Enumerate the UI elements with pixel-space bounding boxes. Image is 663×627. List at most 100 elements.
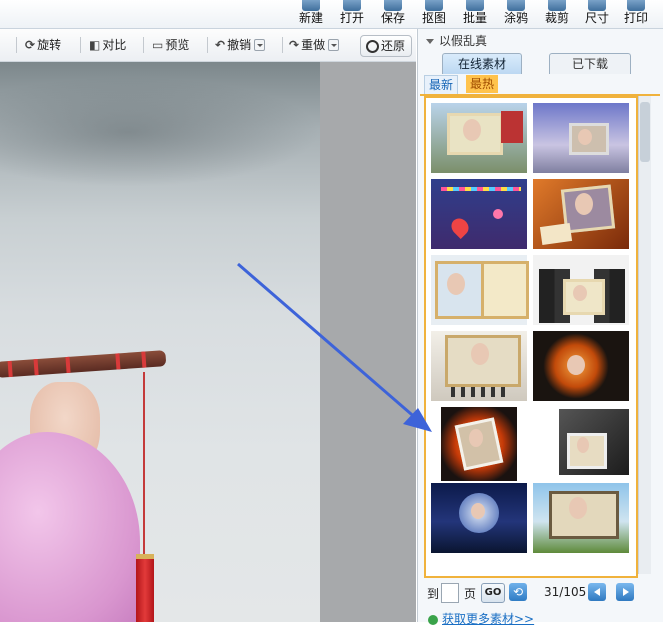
redo-button[interactable]: ↷ 重做 [289, 35, 340, 55]
template-thumb[interactable] [531, 253, 631, 327]
redo-dropdown-icon[interactable] [328, 38, 340, 51]
batch-label: 批量 [462, 11, 487, 25]
redo-label: 重做 [301, 38, 326, 52]
new-icon [302, 0, 320, 11]
open-button[interactable]: 打开 [332, 0, 372, 27]
toolbar-divider [207, 37, 208, 53]
undo-icon: ↶ [215, 38, 226, 52]
undo-button[interactable]: ↶ 撤销 [215, 35, 266, 55]
template-thumb[interactable] [531, 329, 631, 403]
cutout-button[interactable]: 抠图 [414, 0, 454, 27]
photo-cord [143, 372, 145, 562]
cutout-icon [425, 0, 443, 11]
compare-button[interactable]: ◧ 对比 [89, 35, 126, 55]
preview-label: 预览 [165, 38, 190, 52]
batch-icon [466, 0, 484, 11]
undo-dropdown-icon[interactable] [254, 38, 266, 51]
doodle-label: 涂鸦 [503, 11, 528, 25]
resize-button[interactable]: 尺寸 [577, 0, 617, 27]
photo-sky [0, 77, 320, 187]
page-count: 31/105 [544, 585, 587, 599]
edited-photo [0, 62, 320, 622]
effects-panel: 以假乱真 在线素材 已下载 最新 最热 到 页 GO ⟲ 31/105 获取更多… [417, 29, 663, 626]
toolbar-divider [282, 37, 283, 53]
more-icon [428, 614, 438, 625]
page-label: 页 [464, 587, 477, 601]
preview-button[interactable]: ▭ 预览 [152, 35, 189, 55]
template-thumb[interactable] [429, 329, 529, 403]
open-label: 打开 [339, 11, 364, 25]
print-button[interactable]: 打印 [616, 0, 656, 27]
rotate-button[interactable]: ⟳ 旋转 [25, 35, 61, 55]
tab-online-label: 在线素材 [457, 57, 506, 71]
doodle-button[interactable]: 涂鸦 [496, 0, 536, 27]
resize-label: 尺寸 [584, 11, 609, 25]
print-icon [627, 0, 645, 11]
photo-flute [0, 350, 167, 378]
restore-label: 还原 [381, 39, 406, 53]
crop-label: 裁剪 [544, 11, 569, 25]
toolbar-divider [16, 37, 17, 53]
restore-button[interactable]: 还原 [360, 35, 412, 57]
grid-scrollbar[interactable] [638, 96, 651, 574]
subtab-hottest[interactable]: 最热 [466, 75, 499, 93]
doodle-icon [507, 0, 525, 11]
subtab-newest[interactable]: 最新 [424, 75, 459, 94]
cutout-label: 抠图 [421, 11, 446, 25]
toolbar-divider [143, 37, 144, 53]
template-thumb[interactable] [531, 405, 631, 479]
go-button[interactable]: GO [481, 583, 505, 603]
more-materials-link[interactable]: 获取更多素材>> [428, 610, 534, 627]
main-toolbar: 新建 打开 保存 抠图 批量 涂鸦 裁剪 尺寸 打印 [0, 0, 663, 29]
restore-icon [366, 40, 379, 53]
template-grid [424, 96, 638, 578]
resize-icon [588, 0, 606, 11]
save-label: 保存 [380, 11, 405, 25]
batch-button[interactable]: 批量 [455, 0, 495, 27]
subtab-newest-label: 最新 [429, 78, 454, 92]
crop-button[interactable]: 裁剪 [537, 0, 577, 27]
page-number-input[interactable] [441, 583, 459, 603]
panel-title: 以假乱真 [439, 34, 488, 48]
panel-header[interactable]: 以假乱真 [426, 32, 487, 49]
save-button[interactable]: 保存 [373, 0, 413, 27]
tab-downloaded-label: 已下载 [571, 57, 608, 71]
template-thumb[interactable] [429, 253, 529, 327]
photo-tassel [136, 554, 154, 622]
print-label: 打印 [623, 11, 648, 25]
next-page-button[interactable] [616, 583, 634, 601]
refresh-icon[interactable]: ⟲ [509, 583, 527, 601]
compare-label: 对比 [102, 38, 127, 52]
prev-page-button[interactable] [588, 583, 606, 601]
goto-label: 到 [427, 587, 440, 601]
preview-icon: ▭ [152, 38, 164, 52]
more-materials-label: 获取更多素材>> [442, 612, 535, 626]
collapse-triangle-icon [426, 39, 434, 44]
template-thumb[interactable] [429, 177, 529, 251]
open-folder-icon [343, 0, 361, 11]
redo-icon: ↷ [289, 38, 300, 52]
new-button[interactable]: 新建 [291, 0, 331, 27]
undo-label: 撤销 [227, 38, 252, 52]
template-thumb[interactable] [531, 481, 631, 555]
subtab-hottest-label: 最热 [470, 77, 495, 91]
new-label: 新建 [298, 11, 323, 25]
edit-toolbar: ⟳ 旋转 ◧ 对比 ▭ 预览 ↶ 撤销 ↷ 重做 还原 [0, 29, 416, 62]
toolbar-divider [80, 37, 81, 53]
scrollbar-thumb[interactable] [640, 102, 650, 162]
rotate-label: 旋转 [37, 38, 62, 52]
template-thumb[interactable] [429, 405, 529, 481]
template-thumb[interactable] [429, 481, 529, 555]
compare-icon: ◧ [89, 38, 101, 52]
pagination: 到 页 GO ⟲ 31/105 [418, 582, 663, 604]
template-thumb[interactable] [429, 101, 529, 175]
sort-tabs: 最新 最热 [420, 74, 660, 96]
crop-icon [548, 0, 566, 11]
image-canvas[interactable] [0, 62, 416, 622]
tab-online-materials[interactable]: 在线素材 [442, 53, 522, 74]
photo-sleeve [0, 432, 140, 622]
template-thumb[interactable] [531, 101, 631, 175]
template-thumb[interactable] [531, 177, 631, 251]
save-icon [384, 0, 402, 11]
tab-downloaded[interactable]: 已下载 [549, 53, 631, 74]
